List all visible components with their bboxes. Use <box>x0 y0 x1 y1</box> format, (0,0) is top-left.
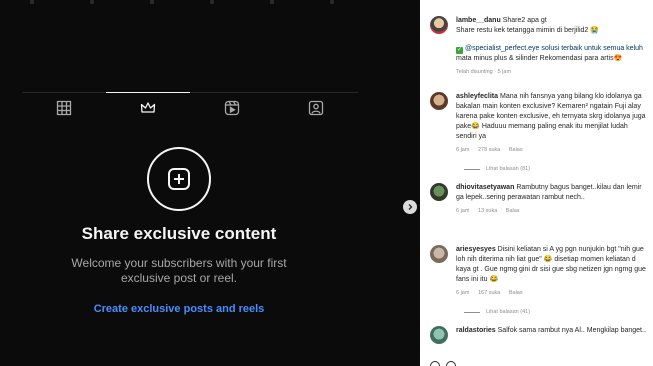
profile-tabs <box>22 92 358 124</box>
comment-line: loh nih diterima nih liat gue" 😂 disetia… <box>456 256 636 263</box>
comment-line: mata minus plus & silinder Rekomendasi p… <box>456 55 623 62</box>
comment-username[interactable]: ariesyesyes <box>456 246 496 253</box>
comment-likes[interactable]: 167 suka <box>478 290 500 296</box>
add-square-icon <box>168 168 190 190</box>
comment-line: karena pake konten exclusive, eh ternyat… <box>456 113 646 120</box>
comments-panel: lambe__danu Share2 apa gt Share restu ke… <box>424 0 653 366</box>
check-box-icon: ✓ <box>456 47 463 54</box>
view-replies-button[interactable]: Lihat balasan (81) <box>456 164 653 174</box>
empty-state-title: Share exclusive content <box>81 224 277 243</box>
next-post-button[interactable] <box>403 200 417 214</box>
action-bar <box>430 358 462 366</box>
avatar[interactable] <box>430 92 448 110</box>
comment-text: Salfok sama rambut nya Al.. Mengkilap ba… <box>497 327 646 334</box>
comment-text: Rambutny bagus banget..kilau dan lemir <box>516 184 642 191</box>
comment-time: 6 jam <box>456 290 470 296</box>
comment-likes[interactable]: 13 suka <box>478 208 497 214</box>
comment-line: pake😂 Haduuu memang paling enak itu menj… <box>456 123 628 130</box>
comment-text: Disini keliatan si A yg pgn nunjukin bgt… <box>497 246 644 253</box>
comment-line: bakalan main konten exclusive? Kemaren² … <box>456 103 641 110</box>
comment-username[interactable]: ashleyfeclita <box>456 93 498 100</box>
view-replies-button[interactable]: Lihat balasan (41) <box>456 307 653 317</box>
avatar[interactable] <box>430 16 448 34</box>
tab-reels[interactable] <box>190 93 274 123</box>
comment-username[interactable]: raldastories <box>456 327 496 334</box>
reels-icon <box>224 100 240 116</box>
tab-tagged[interactable] <box>274 93 358 123</box>
comment-username[interactable]: lambe__danu <box>456 17 501 24</box>
grid-icon <box>56 100 72 116</box>
comment-text: Mana nih fansnya yang bilang klo idolany… <box>499 93 642 100</box>
tab-grid[interactable] <box>22 93 106 123</box>
reply-button[interactable]: Balas <box>509 290 523 296</box>
comment-username[interactable]: dhiovitasetyawan <box>456 184 514 191</box>
comment-line: sendiri ya <box>456 133 486 140</box>
comment-line: ga lepek..sering perawatan rambut nech.. <box>456 194 585 201</box>
avatar[interactable] <box>430 183 448 201</box>
like-icon[interactable] <box>430 361 440 366</box>
comment-text: Share2 apa gt <box>502 17 547 24</box>
reply-button[interactable]: Balas <box>506 208 520 214</box>
comment-likes[interactable]: 278 suka <box>478 147 500 153</box>
comment-icon[interactable] <box>446 361 456 366</box>
comment-line: Share restu kek tetangga mimin di berjil… <box>456 27 599 34</box>
reply-button[interactable]: Balas <box>509 147 523 153</box>
empty-state-description: Welcome your subscribers with your first… <box>71 256 287 285</box>
comment-mention[interactable]: @specialist_perfect.eye solusi terbaik u… <box>465 45 643 52</box>
top-grid-strip <box>0 0 360 8</box>
avatar[interactable] <box>430 326 448 344</box>
chevron-right-icon <box>408 204 413 210</box>
comment-edited-time: Telah disunting · 5 jam <box>456 69 512 75</box>
comment-time: 6 jam <box>456 208 470 214</box>
crown-icon <box>140 101 156 113</box>
tab-exclusive[interactable] <box>106 92 190 122</box>
avatar[interactable] <box>430 245 448 263</box>
comment-time: 6 jam <box>456 147 470 153</box>
comment-line: fans ini itu 😂 <box>456 276 499 283</box>
comment-line: kaya gt . Gue ngmg gini dr sisi gue sbg … <box>456 266 646 273</box>
create-exclusive-link[interactable]: Create exclusive posts and reels <box>0 303 358 315</box>
exclusive-content-panel: Share exclusive content Welcome your sub… <box>0 0 420 366</box>
tagged-icon <box>308 100 324 116</box>
create-exclusive-icon-ring <box>147 147 211 211</box>
